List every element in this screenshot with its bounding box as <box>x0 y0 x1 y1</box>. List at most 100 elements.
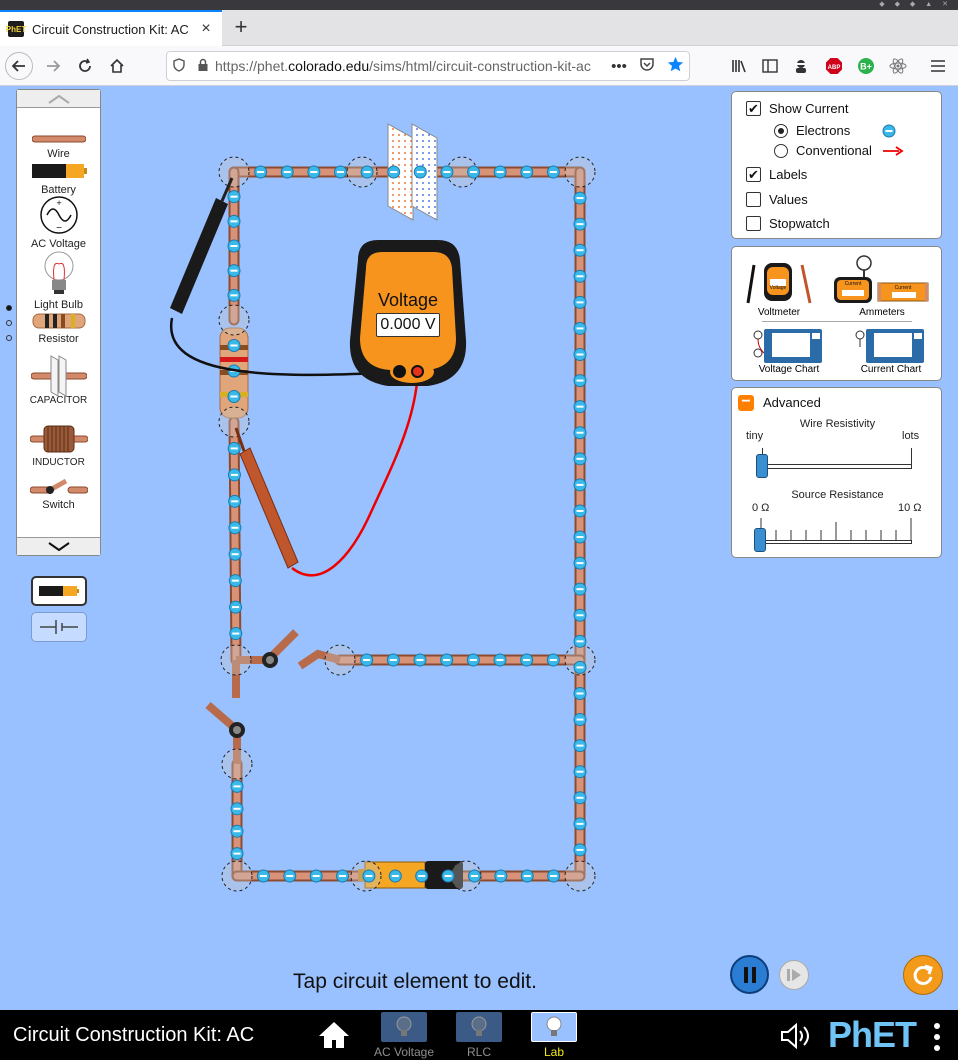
toolbox-up-button[interactable] <box>17 90 100 108</box>
page-dot[interactable] <box>6 335 12 341</box>
close-tab-icon[interactable]: × <box>196 20 216 38</box>
adblock-icon[interactable]: ABP <box>823 55 845 77</box>
window-controls[interactable]: ◆ ◆ ◆ ▲ ✕ <box>879 0 952 10</box>
advanced-collapse-button[interactable]: − <box>738 394 754 411</box>
stopwatch-checkbox[interactable]: Stopwatch <box>746 216 830 231</box>
schematic-view-button[interactable] <box>31 612 87 642</box>
electron-minus-sign <box>523 171 531 173</box>
toolbox-capacitor[interactable]: CAPACITOR <box>17 354 100 406</box>
wire-resistivity-track[interactable] <box>762 464 912 469</box>
page-dot[interactable] <box>6 305 12 311</box>
light-bulb-icon <box>396 1016 412 1036</box>
step-forward-button[interactable] <box>779 960 809 990</box>
labels-checkbox[interactable]: ✔ Labels <box>746 167 807 182</box>
red-probe[interactable] <box>234 427 299 569</box>
electron-minus-sign <box>576 275 584 278</box>
vertex[interactable] <box>221 860 253 892</box>
home-icon <box>319 1022 349 1048</box>
toolbox-page-indicator <box>6 305 12 350</box>
lifelike-view-button[interactable] <box>31 576 87 606</box>
values-checkbox[interactable]: Values <box>746 192 808 207</box>
schematic-battery-icon <box>40 620 78 634</box>
browser-tab[interactable]: PhET Circuit Construction Kit: AC × <box>0 10 222 46</box>
red-probe-wire <box>291 371 420 577</box>
url-bar[interactable]: https://phet.colorado.edu/sims/html/circ… <box>166 51 690 81</box>
lock-icon[interactable] <box>191 58 215 75</box>
vertex[interactable] <box>218 304 250 336</box>
vertex[interactable] <box>324 644 356 676</box>
screen-tab-label: AC Voltage <box>373 1045 435 1059</box>
toolbox-wire[interactable]: Wire <box>17 134 100 160</box>
vertex[interactable] <box>221 748 253 780</box>
ammeter-icon <box>834 255 929 303</box>
toolbox-down-button[interactable] <box>17 537 100 555</box>
back-icon[interactable] <box>5 52 33 80</box>
black-probe[interactable] <box>170 177 234 314</box>
page-dot[interactable] <box>6 320 12 326</box>
vertex[interactable] <box>218 406 250 438</box>
reload-icon[interactable] <box>71 52 99 80</box>
library-icon[interactable] <box>728 55 750 77</box>
toolbox-resistor[interactable]: Resistor <box>17 312 100 345</box>
show-current-checkbox[interactable]: ✔ Show Current <box>746 101 848 116</box>
play-pause-button[interactable] <box>730 955 769 994</box>
screen-tab-ac-voltage[interactable]: AC Voltage <box>374 1012 434 1060</box>
electron-minus-sign <box>391 875 399 877</box>
wire-resistivity-thumb[interactable] <box>756 454 768 478</box>
voltmeter-readout: 0.000 V <box>376 313 440 337</box>
shield-icon[interactable] <box>167 57 191 75</box>
extension-spy-icon[interactable] <box>790 55 812 77</box>
source-resistance-max: 10 Ω <box>898 502 922 514</box>
pocket-icon[interactable] <box>633 56 661 76</box>
vertex[interactable] <box>218 156 250 188</box>
home-screen-button[interactable] <box>318 1020 350 1050</box>
bookmark-star-icon[interactable] <box>661 56 689 77</box>
toolbox-light-bulb[interactable]: Light Bulb <box>17 250 100 311</box>
ammeters-tool[interactable]: Current Current Ammeters <box>832 253 932 318</box>
toolbox-label: Light Bulb <box>34 299 83 311</box>
home-icon[interactable] <box>103 52 131 80</box>
voltmeter-device[interactable]: Voltage 0.000 V <box>348 240 468 388</box>
phet-logo[interactable]: PhET <box>828 1014 917 1056</box>
switch-open[interactable] <box>232 629 342 698</box>
wire[interactable] <box>230 418 240 664</box>
empty-checkbox[interactable] <box>746 216 761 231</box>
page-actions-icon[interactable]: ••• <box>605 58 633 75</box>
radio-selected[interactable] <box>774 123 788 138</box>
vertex[interactable] <box>564 860 596 892</box>
voltmeter-tool[interactable]: Voltage Voltmeter <box>744 257 814 318</box>
forward-icon[interactable] <box>39 52 67 80</box>
vertex[interactable] <box>564 156 596 188</box>
react-atom-icon[interactable] <box>887 55 909 77</box>
electron-minus-sign <box>230 395 238 398</box>
empty-checkbox[interactable] <box>746 192 761 207</box>
sound-toggle-button[interactable] <box>780 1022 814 1050</box>
checkmark-icon[interactable]: ✔ <box>746 167 761 182</box>
toolbox-ac-voltage[interactable]: + − AC Voltage <box>17 195 100 250</box>
electrons-radio[interactable]: Electrons <box>774 123 896 138</box>
screen-tab-rlc[interactable]: RLC <box>455 1012 503 1060</box>
source-resistance-thumb[interactable] <box>754 528 766 552</box>
wire-resistivity-tick <box>911 448 912 464</box>
step-forward-icon <box>787 969 801 981</box>
toolbox-battery[interactable]: Battery <box>17 161 100 196</box>
radio-unselected[interactable] <box>774 143 788 158</box>
source-resistance-track[interactable] <box>760 540 912 544</box>
hamburger-menu-icon[interactable] <box>927 55 949 77</box>
url-text: https://phet.colorado.edu/sims/html/circ… <box>215 58 591 74</box>
current-chart-tool[interactable]: Current Chart <box>854 327 928 377</box>
checkmark-icon[interactable]: ✔ <box>746 101 761 116</box>
new-tab-button[interactable]: + <box>228 15 254 41</box>
phet-menu-button[interactable] <box>932 1022 942 1052</box>
toolbox-switch[interactable]: Switch <box>17 478 100 511</box>
extension-green-icon[interactable]: B+ <box>855 55 877 77</box>
voltage-chart-tool[interactable]: Voltage Chart <box>752 327 826 377</box>
electron-minus-sign <box>230 447 238 450</box>
screen-tab-lab[interactable]: Lab <box>530 1012 578 1060</box>
conventional-radio[interactable]: Conventional <box>774 143 904 158</box>
sidebar-icon[interactable] <box>759 55 781 77</box>
vertex[interactable] <box>220 644 252 676</box>
tab-bar: PhET Circuit Construction Kit: AC × + <box>0 10 958 46</box>
reset-all-button[interactable] <box>903 955 943 995</box>
toolbox-inductor[interactable]: INDUCTOR <box>17 424 100 468</box>
